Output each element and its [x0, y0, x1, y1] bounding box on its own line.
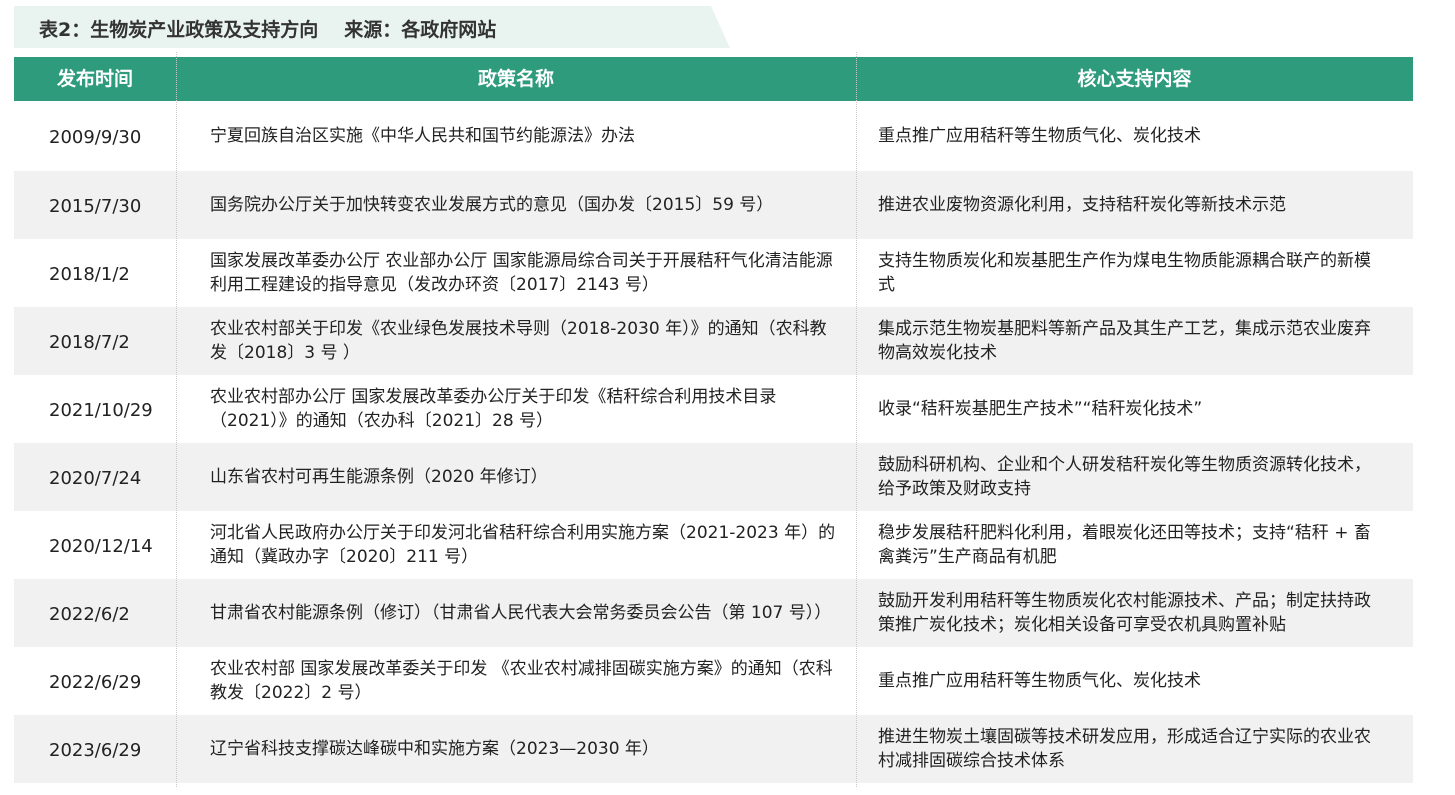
cell-date: 2015/7/30 [49, 196, 142, 217]
caption-text: 表2：生物炭产业政策及支持方向 来源：各政府网站 [39, 15, 496, 42]
cell-core-content: 稳步发展秸秆肥料化利用，着眼炭化还田等技术；支持“秸秆 + 畜禽粪污”生产商品有… [878, 523, 1371, 567]
cell-date: 2018/7/2 [49, 332, 130, 353]
cell-core-content: 重点推广应用秸秆等生物质气化、炭化技术 [878, 671, 1201, 691]
header-date: 发布时间 [56, 68, 133, 90]
cell-policy-name: 宁夏回族自治区实施《中华人民共和国节约能源法》办法 [210, 126, 635, 146]
table-row: 2021/10/29 农业农村部办公厅 国家发展改革委办公厅关于印发《秸秆综合利… [14, 375, 1413, 443]
table-body: 2009/9/30 宁夏回族自治区实施《中华人民共和国节约能源法》办法 重点推广… [14, 101, 1413, 783]
cell-core-content: 推进生物炭土壤固碳等技术研发应用，形成适合辽宁实际的农业农村减排固碳综合技术体系 [878, 727, 1371, 771]
cell-policy-name: 农业农村部 国家发展改革委关于印发 《农业农村减排固碳实施方案》的通知（农科教发… [210, 659, 833, 703]
cell-core-content: 重点推广应用秸秆等生物质气化、炭化技术 [878, 126, 1201, 146]
cell-policy-name: 河北省人民政府办公厅关于印发河北省秸秆综合利用实施方案（2021-2023 年）… [210, 523, 836, 567]
table-row: 2020/12/14 河北省人民政府办公厅关于印发河北省秸秆综合利用实施方案（2… [14, 511, 1413, 579]
header-policy-name: 政策名称 [477, 68, 554, 90]
cell-date: 2022/6/29 [49, 672, 142, 693]
table-row: 2018/1/2 国家发展改革委办公厅 农业部办公厅 国家能源局综合司关于开展秸… [14, 239, 1413, 307]
table-row: 2023/6/29 辽宁省科技支撑碳达峰碳中和实施方案（2023—2030 年）… [14, 715, 1413, 783]
table-row: 2015/7/30 国务院办公厅关于加快转变农业发展方式的意见（国办发〔2015… [14, 171, 1413, 239]
table-row: 2009/9/30 宁夏回族自治区实施《中华人民共和国节约能源法》办法 重点推广… [14, 101, 1413, 171]
column-divider [176, 52, 177, 787]
cell-date: 2020/12/14 [49, 536, 153, 557]
cell-date: 2021/10/29 [49, 400, 153, 421]
cell-core-content: 鼓励科研机构、企业和个人研发秸秆炭化等生物质资源转化技术，给予政策及财政支持 [878, 455, 1371, 499]
table-row: 2018/7/2 农业农村部关于印发《农业绿色发展技术导则（2018-2030 … [14, 307, 1413, 375]
cell-date: 2009/9/30 [49, 127, 142, 148]
table-row: 2022/6/29 农业农村部 国家发展改革委关于印发 《农业农村减排固碳实施方… [14, 647, 1413, 715]
cell-core-content: 推进农业废物资源化利用，支持秸秆炭化等新技术示范 [878, 195, 1286, 215]
cell-policy-name: 农业农村部关于印发《农业绿色发展技术导则（2018-2030 年）》的通知（农科… [210, 319, 827, 363]
cell-policy-name: 农业农村部办公厅 国家发展改革委办公厅关于印发《秸秆综合利用技术目录（2021）… [210, 387, 777, 431]
header-core-content: 核心支持内容 [1077, 68, 1192, 90]
cell-policy-name: 国务院办公厅关于加快转变农业发展方式的意见（国办发〔2015〕59 号） [210, 195, 774, 215]
cell-date: 2020/7/24 [49, 468, 142, 489]
table-title: 表2：生物炭产业政策及支持方向 [39, 19, 319, 41]
cell-policy-name: 国家发展改革委办公厅 农业部办公厅 国家能源局综合司关于开展秸秆气化清洁能源利用… [210, 251, 833, 295]
cell-policy-name: 甘肃省农村能源条例（修订）（甘肃省人民代表大会常务委员会公告（第 107 号）） [210, 603, 832, 623]
cell-date: 2018/1/2 [49, 264, 130, 285]
table-row: 2020/7/24 山东省农村可再生能源条例（2020 年修订） 鼓励科研机构、… [14, 443, 1413, 511]
cell-policy-name: 山东省农村可再生能源条例（2020 年修订） [210, 467, 548, 487]
table-header: 发布时间 政策名称 核心支持内容 [14, 57, 1413, 101]
table-source: 来源：各政府网站 [344, 19, 497, 41]
cell-date: 2022/6/2 [49, 604, 130, 625]
cell-core-content: 鼓励开发利用秸秆等生物质炭化农村能源技术、产品；制定扶持政策推广炭化技术；炭化相… [878, 591, 1371, 635]
column-divider [856, 52, 857, 787]
cell-policy-name: 辽宁省科技支撑碳达峰碳中和实施方案（2023—2030 年） [210, 739, 659, 759]
table-row: 2022/6/2 甘肃省农村能源条例（修订）（甘肃省人民代表大会常务委员会公告（… [14, 579, 1413, 647]
cell-core-content: 收录“秸秆炭基肥生产技术”“秸秆炭化技术” [878, 399, 1203, 419]
caption-banner: 表2：生物炭产业政策及支持方向 来源：各政府网站 [14, 6, 730, 48]
cell-core-content: 支持生物质炭化和炭基肥生产作为煤电生物质能源耦合联产的新模式 [878, 251, 1371, 295]
cell-date: 2023/6/29 [49, 740, 142, 761]
cell-core-content: 集成示范生物炭基肥料等新产品及其生产工艺，集成示范农业废弃物高效炭化技术 [878, 319, 1371, 363]
